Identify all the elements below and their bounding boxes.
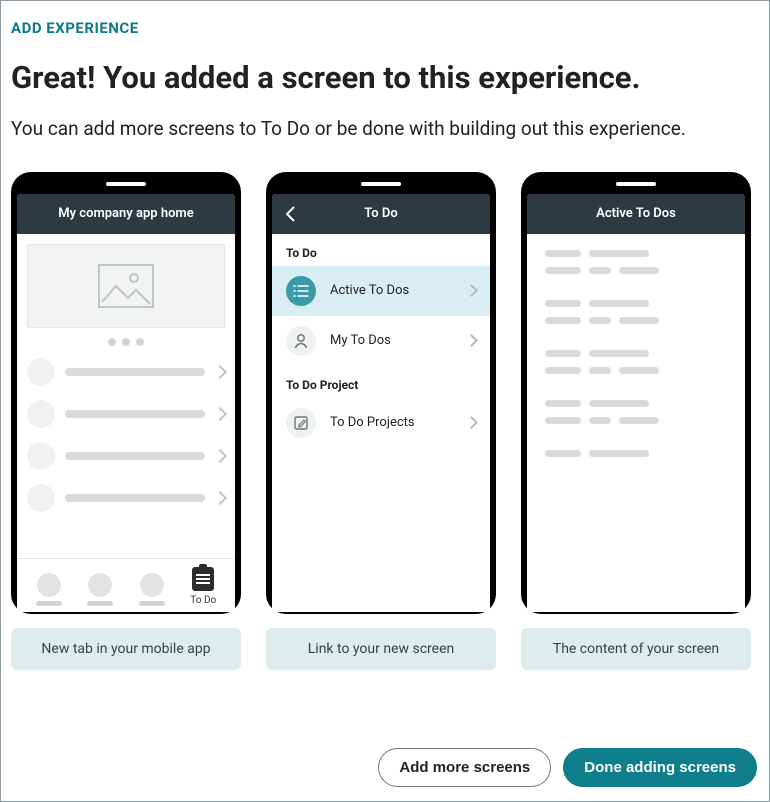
list-item [27, 400, 225, 428]
phone-screen: My company app home [17, 194, 235, 612]
person-icon [286, 326, 316, 356]
footer-buttons: Add more screens Done adding screens [378, 748, 757, 787]
tab-item [87, 573, 113, 606]
chevron-right-icon [213, 449, 227, 463]
menu-label: Active To Dos [330, 283, 453, 298]
phone-mock-home: My company app home [11, 172, 241, 614]
tab-bar: To Do [17, 558, 235, 612]
content-block [545, 350, 727, 374]
card-new-tab: My company app home [11, 172, 241, 670]
phone-body [17, 234, 235, 536]
edit-icon [286, 408, 316, 438]
menu-item-projects: To Do Projects [272, 398, 490, 448]
chevron-right-icon [213, 491, 227, 505]
section-label: To Do Project [272, 366, 490, 398]
menu-item-my-todos: My To Dos [272, 316, 490, 366]
menu-label: My To Dos [330, 333, 453, 348]
phone-header: My company app home [17, 194, 235, 234]
chevron-right-icon [465, 284, 478, 297]
phone-speaker [361, 182, 401, 186]
phone-header: Active To Dos [527, 194, 745, 234]
phone-speaker [106, 182, 146, 186]
phone-body [527, 234, 745, 465]
list-item [27, 442, 225, 470]
tab-item-active: To Do [190, 567, 216, 606]
add-more-screens-button[interactable]: Add more screens [378, 748, 551, 787]
list-item [27, 358, 225, 386]
chevron-right-icon [213, 407, 227, 421]
list-icon [286, 276, 316, 306]
content-block [545, 300, 727, 324]
tab-label: To Do [190, 595, 216, 606]
page-title: Great! You added a screen to this experi… [11, 59, 759, 96]
content-block [545, 400, 727, 424]
tab-item [36, 573, 62, 606]
card-content: Active To Dos [521, 172, 751, 670]
chevron-left-icon [282, 205, 300, 223]
phone-body: To Do Active To Dos My T [272, 234, 490, 448]
phone-mock-content: Active To Dos [521, 172, 751, 614]
chevron-right-icon [213, 365, 227, 379]
list-item [27, 484, 225, 512]
page-subtitle: You can add more screens to To Do or be … [11, 116, 711, 142]
card-link-screen: To Do To Do Active To Dos [266, 172, 496, 670]
add-experience-dialog: ADD EXPERIENCE Great! You added a screen… [0, 0, 770, 802]
card-caption: The content of your screen [521, 628, 751, 670]
card-caption: New tab in your mobile app [11, 628, 241, 670]
chevron-right-icon [465, 416, 478, 429]
content-block [545, 450, 727, 457]
card-caption: Link to your new screen [266, 628, 496, 670]
content-block [545, 250, 727, 274]
menu-item-active-todos: Active To Dos [272, 266, 490, 316]
phone-header: To Do [272, 194, 490, 234]
image-placeholder [27, 244, 225, 328]
tab-item [139, 573, 165, 606]
section-label: To Do [272, 234, 490, 266]
phone-speaker [616, 182, 656, 186]
picture-icon [98, 264, 154, 308]
eyebrow: ADD EXPERIENCE [11, 19, 759, 37]
preview-cards: My company app home [11, 172, 759, 670]
carousel-dots [27, 338, 225, 346]
chevron-right-icon [465, 334, 478, 347]
phone-title: To Do [364, 206, 397, 221]
clipboard-icon [192, 567, 214, 591]
done-adding-screens-button[interactable]: Done adding screens [563, 748, 757, 787]
menu-label: To Do Projects [330, 415, 453, 430]
phone-screen: To Do To Do Active To Dos [272, 194, 490, 612]
phone-mock-nav: To Do To Do Active To Dos [266, 172, 496, 614]
phone-screen: Active To Dos [527, 194, 745, 612]
